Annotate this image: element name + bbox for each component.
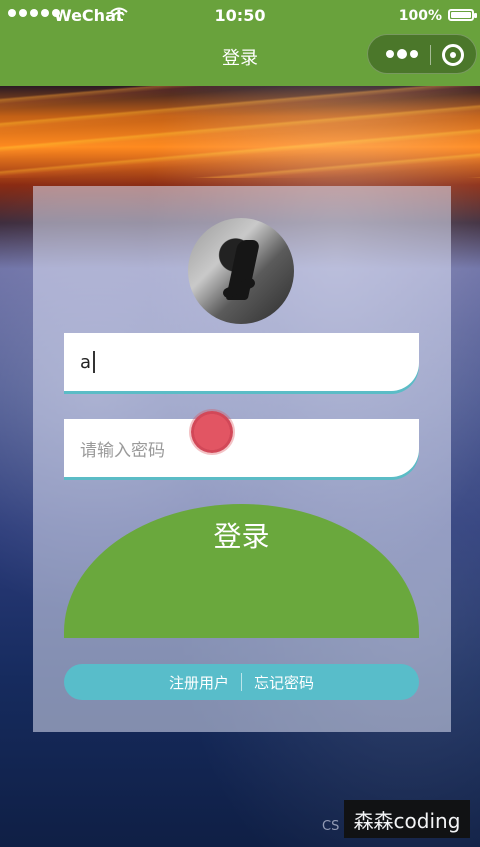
- auth-links-bar: 注册用户 忘记密码: [64, 664, 419, 700]
- watermark-cs: CS: [322, 819, 340, 834]
- more-dots-icon[interactable]: [382, 48, 422, 60]
- close-target-icon[interactable]: [442, 44, 464, 66]
- battery-icon: [448, 9, 477, 21]
- watermark-channel: 森森coding: [344, 800, 470, 838]
- forgot-password-link[interactable]: 忘记密码: [254, 672, 314, 693]
- login-button-label: 登录: [213, 520, 270, 553]
- top-bar: WeChat 10:50 100% 登录: [0, 0, 480, 86]
- sunset-clouds: [0, 86, 480, 178]
- avatar: [188, 218, 294, 324]
- links-divider: [241, 673, 242, 691]
- mini-program-capsule[interactable]: [367, 34, 477, 74]
- status-bar: WeChat 10:50 100%: [0, 0, 480, 30]
- username-input[interactable]: a: [64, 333, 419, 391]
- username-value: a: [80, 351, 92, 373]
- register-link[interactable]: 注册用户: [169, 672, 229, 693]
- text-caret: [93, 351, 96, 373]
- battery-percent: 100%: [398, 8, 442, 24]
- password-input[interactable]: 请输入密码: [64, 419, 419, 477]
- capsule-divider: [430, 45, 431, 65]
- password-placeholder: 请输入密码: [80, 440, 165, 461]
- touch-indicator: [191, 411, 233, 453]
